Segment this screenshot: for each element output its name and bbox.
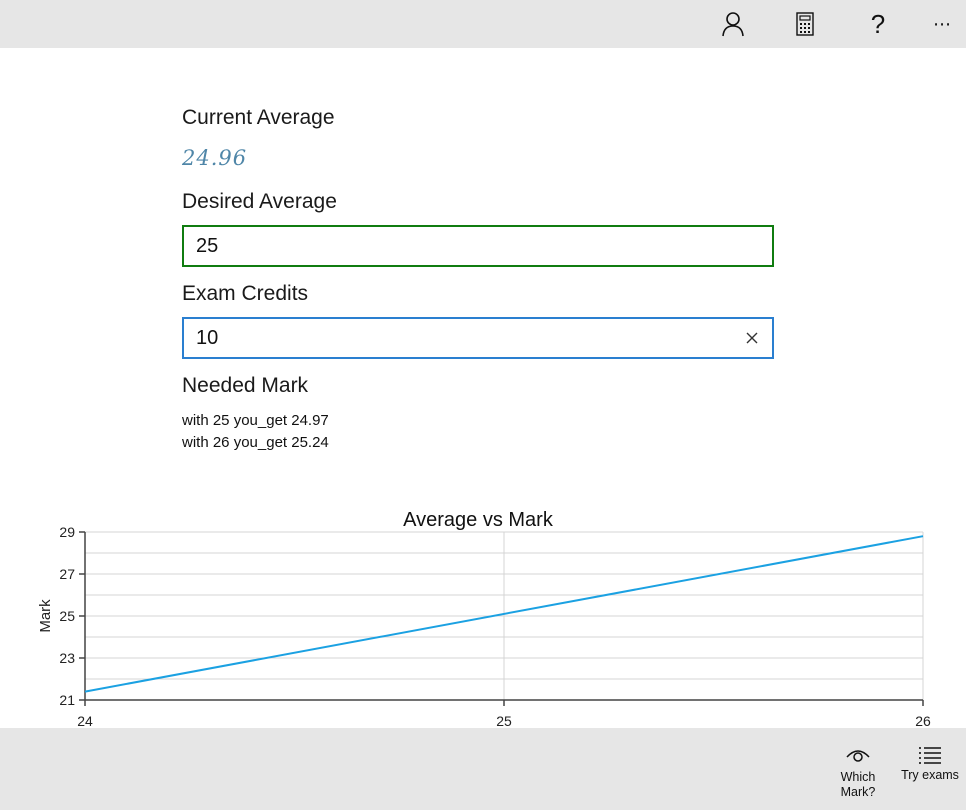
- try-exams-label: Try exams: [901, 768, 959, 782]
- more-icon: ⋯: [933, 13, 951, 35]
- help-icon: ?: [870, 8, 886, 39]
- x-tick-label: 24: [77, 713, 93, 726]
- desired-average-input[interactable]: [184, 234, 736, 258]
- x-tick-label: 25: [496, 713, 512, 726]
- y-tick-label: 23: [59, 650, 75, 666]
- more-options-button[interactable]: ⋯: [910, 0, 966, 48]
- try-exams-button[interactable]: Try exams: [894, 728, 966, 810]
- needed-mark-label: Needed Mark: [182, 374, 309, 397]
- exam-credits-label: Exam Credits: [182, 282, 309, 305]
- eye-icon: [846, 750, 870, 762]
- y-tick-label: 27: [59, 566, 75, 582]
- which-mark-label: Which Mark?: [840, 770, 876, 799]
- clear-button[interactable]: [740, 326, 764, 350]
- top-app-bar: ? ⋯: [0, 0, 966, 48]
- which-mark-button[interactable]: Which Mark?: [822, 728, 894, 810]
- y-tick-label: 21: [59, 692, 75, 708]
- result-line: with 25 you_get 24.97: [182, 412, 329, 429]
- current-average-label: Current Average: [182, 106, 335, 129]
- x-tick-label: 26: [915, 713, 931, 726]
- chart-title: Average vs Mark: [403, 509, 554, 531]
- help-button[interactable]: ?: [846, 0, 910, 48]
- main-content: Current Average 24.96 Desired Average Ex…: [0, 48, 966, 754]
- current-average-value: 24.96: [182, 146, 248, 170]
- bottom-app-bar: Which Mark? Try exams: [0, 728, 966, 810]
- list-icon: [919, 747, 941, 764]
- account-button[interactable]: [701, 0, 765, 48]
- y-tick-label: 29: [59, 524, 75, 540]
- desired-average-label: Desired Average: [182, 190, 337, 213]
- exam-credits-input[interactable]: [184, 326, 736, 350]
- y-axis-title: Mark: [37, 599, 54, 633]
- user-icon: [722, 12, 744, 37]
- calculator-button[interactable]: [773, 0, 837, 48]
- exam-credits-field[interactable]: [182, 317, 774, 359]
- result-line: with 26 you_get 25.24: [182, 434, 329, 451]
- y-tick-label: 25: [59, 608, 75, 624]
- average-vs-mark-chart: 2123252729242526Average vs MarkAverageMa…: [0, 456, 966, 754]
- close-icon: [746, 332, 758, 344]
- desired-average-field[interactable]: [182, 225, 774, 267]
- chart-svg: 2123252729242526Average vs MarkAverageMa…: [37, 509, 931, 754]
- calculator-icon: [796, 12, 814, 36]
